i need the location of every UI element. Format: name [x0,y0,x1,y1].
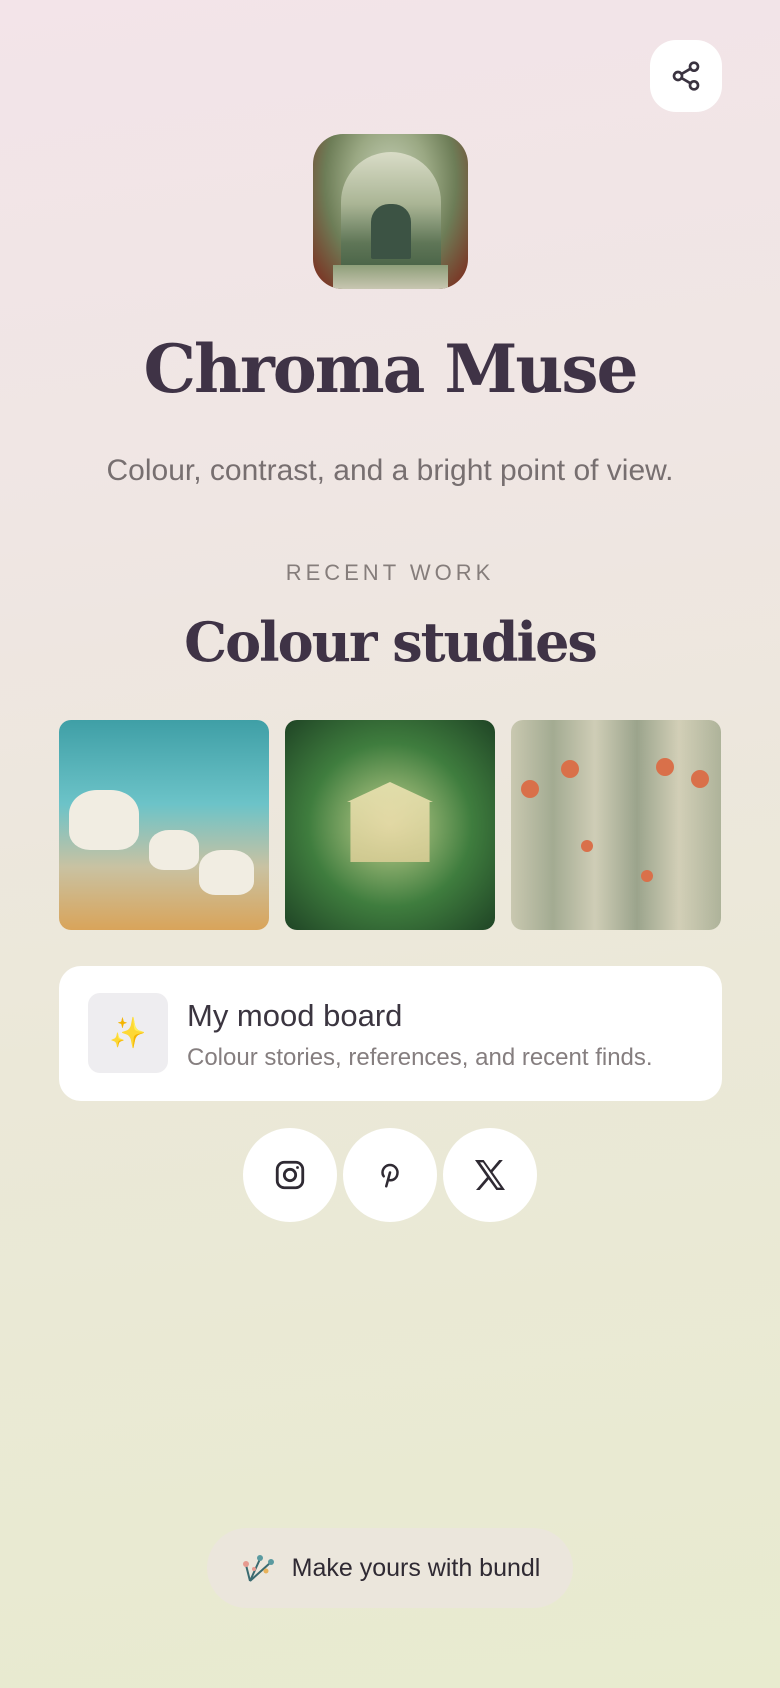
share-icon [672,61,700,91]
pinterest-button[interactable] [343,1128,437,1222]
link-title: My mood board [187,998,403,1033]
made-with-bundl-link[interactable]: Make yours with bundl [207,1528,573,1608]
gallery-image-colonnade[interactable] [511,720,721,930]
x-button[interactable] [443,1128,537,1222]
page-title: Chroma Muse [143,330,638,408]
share-button[interactable] [650,40,722,112]
instagram-icon [275,1160,305,1190]
profile-tagline: Colour, contrast, and a bright point of … [106,454,674,487]
instagram-button[interactable] [243,1128,337,1222]
sparkles-icon: ✨ [88,993,168,1073]
section-title: Colour studies [184,610,598,674]
link-subtitle: Colour stories, references, and recent f… [187,1044,653,1071]
mood-board-link[interactable]: ✨ My mood board Colour stories, referenc… [59,966,722,1101]
social-links [243,1128,538,1222]
profile-avatar [313,134,468,289]
pinterest-icon [381,1163,399,1188]
bouquet-icon [242,1555,274,1582]
x-icon [475,1160,505,1190]
image-gallery [59,720,721,930]
gallery-image-temple[interactable] [285,720,495,930]
footer-label: Make yours with bundl [291,1553,541,1582]
section-eyebrow: RECENT WORK [285,560,495,585]
gallery-image-goats[interactable] [59,720,269,930]
